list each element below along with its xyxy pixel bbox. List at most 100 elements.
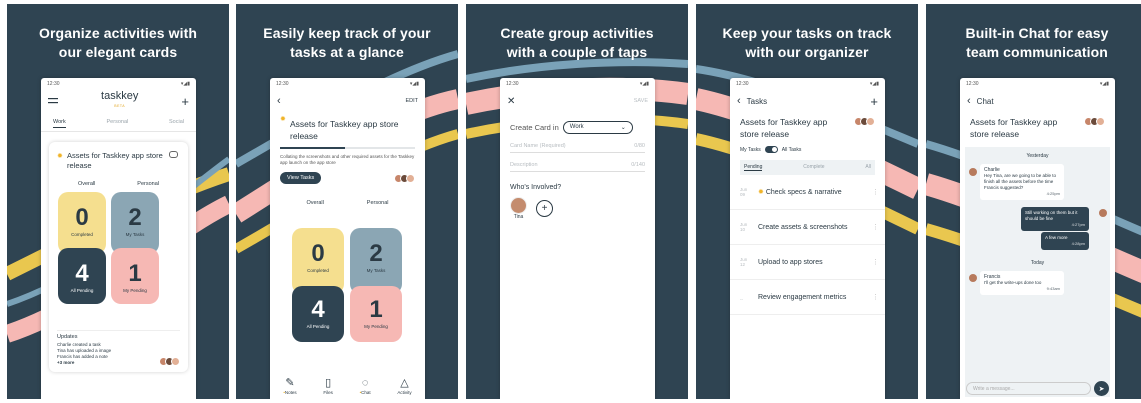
- tab-work[interactable]: Work: [53, 119, 66, 128]
- save-button[interactable]: SAVE: [634, 98, 648, 104]
- status-bar: 12:30 ▾◢▮: [736, 81, 879, 87]
- chat-message: Charlie Hey Tina, are we going to be abl…: [980, 164, 1064, 200]
- send-icon[interactable]: ➤: [1094, 381, 1109, 396]
- nav-notes[interactable]: ✎ •Notes: [283, 377, 296, 395]
- category-select[interactable]: Work ⌄: [562, 121, 633, 134]
- tile-my-pending[interactable]: 1 My Pending: [350, 286, 402, 342]
- bell-icon: △: [400, 377, 409, 389]
- task-date: Jun 09: [740, 187, 748, 197]
- tile-all-pending[interactable]: 4 All Pending: [292, 286, 344, 342]
- more-vert-icon[interactable]: ⋮: [872, 258, 879, 266]
- tasks-switch[interactable]: [764, 146, 778, 153]
- person-chip[interactable]: Tina: [510, 197, 527, 220]
- nav-chat[interactable]: ◌ •Chat: [360, 377, 371, 395]
- card-title: ✹ Assets for Taskkey app store release: [57, 151, 180, 171]
- involved-people: Tina +: [500, 191, 655, 220]
- nav-activity[interactable]: △ Activity: [397, 377, 411, 395]
- tab-social[interactable]: Social: [169, 119, 184, 128]
- chevron-down-icon: ⌄: [620, 125, 626, 131]
- menu-icon[interactable]: [48, 97, 58, 105]
- task-date: Jun 12: [740, 257, 748, 267]
- nav-files[interactable]: ▯ Files: [323, 377, 333, 395]
- caption: Create group activities with a couple of…: [500, 25, 654, 60]
- chat-message: A few more 4:28pm: [1041, 232, 1089, 250]
- promo-panel-organize: Organize activities with our elegant car…: [7, 4, 229, 399]
- tile-my-tasks[interactable]: 2 My Tasks: [111, 192, 159, 254]
- card-description: Collating the screenshots and other requ…: [280, 154, 415, 165]
- back-arrow-icon[interactable]: ‹: [277, 95, 281, 107]
- avatar: [1096, 117, 1105, 126]
- tile-completed[interactable]: 0 Completed: [58, 192, 106, 254]
- involved-heading: Who's Involved?: [510, 184, 562, 191]
- tab-personal[interactable]: Personal: [107, 119, 129, 128]
- day-divider: Today: [1030, 260, 1045, 266]
- column-headers: Overall Personal: [306, 200, 389, 206]
- phone-screen: 12:30 ▾◢▮ taskkey BETA + Work Personal So…: [41, 78, 196, 399]
- phone-screen: 12:30 ▾◢▮ ‹ Tasks + Assets for Taskkey ap…: [730, 78, 885, 399]
- task-row[interactable]: -- Review engagement metrics ⋮: [730, 280, 885, 315]
- edit-button[interactable]: EDIT: [405, 98, 418, 104]
- tile-my-tasks[interactable]: 2 My Tasks: [350, 228, 402, 294]
- app-bar: ‹ Tasks +: [730, 89, 885, 113]
- chat-bubble-icon[interactable]: [169, 151, 178, 158]
- task-filter-toggle: My Tasks All Tasks: [740, 146, 802, 153]
- promo-panel-organizer: Keep your tasks on track with our organi…: [696, 4, 918, 399]
- view-tasks-button[interactable]: View Tasks: [280, 172, 322, 184]
- page-title: Chat: [976, 96, 994, 106]
- task-row[interactable]: Jun 10 Create assets & screenshots ⋮: [730, 210, 885, 245]
- avatar: [969, 168, 977, 176]
- card-name-field[interactable]: Card Name (Required) 0/80: [510, 143, 645, 153]
- card-title: Assets for Taskkey app store release: [730, 113, 885, 140]
- tab-complete[interactable]: Complete: [803, 164, 824, 171]
- message-input[interactable]: Write a message...: [966, 382, 1091, 395]
- app-logo: taskkey BETA: [101, 90, 139, 109]
- tile-all-pending[interactable]: 4 All Pending: [58, 248, 106, 304]
- back-arrow-icon[interactable]: ‹: [737, 95, 741, 107]
- caption: Built-in Chat for easy team communicatio…: [965, 25, 1109, 60]
- add-icon[interactable]: +: [181, 94, 189, 109]
- phone-screen: 12:30 ▾◢▮ ‹ Chat Assets for Taskkey app s…: [960, 78, 1115, 399]
- member-avatars: [394, 174, 415, 183]
- tab-all[interactable]: All: [865, 164, 871, 171]
- more-vert-icon[interactable]: ⋮: [872, 188, 879, 196]
- status-bar: 12:30 ▾◢▮: [966, 81, 1109, 87]
- updates-section: Updates Charlie created a task Tina has …: [57, 330, 180, 366]
- task-row[interactable]: Jun 12 Upload to app stores ⋮: [730, 245, 885, 280]
- description-field[interactable]: Description 0/140: [510, 162, 645, 172]
- close-icon[interactable]: ✕: [507, 96, 515, 107]
- add-person-button[interactable]: +: [536, 200, 553, 217]
- app-bar: ‹ Chat: [960, 89, 1115, 113]
- avatar: [1099, 209, 1107, 217]
- member-avatars: [159, 357, 180, 366]
- signal-battery-icon: ▾◢▮: [1099, 81, 1109, 87]
- task-date: --: [740, 297, 743, 302]
- avatar: [406, 174, 415, 183]
- tile-completed[interactable]: 0 Completed: [292, 228, 344, 294]
- files-icon: ▯: [325, 377, 332, 389]
- activity-card[interactable]: ✹ Assets for Taskkey app store release O…: [49, 142, 188, 372]
- more-vert-icon[interactable]: ⋮: [872, 293, 879, 301]
- progress-bar: [280, 147, 415, 149]
- avatar: [969, 274, 977, 282]
- back-arrow-icon[interactable]: ‹: [967, 95, 971, 107]
- status-tabs: Pending Complete All: [740, 160, 875, 175]
- category-tabs: Work Personal Social: [41, 113, 196, 132]
- tile-my-pending[interactable]: 1 My Pending: [111, 248, 159, 304]
- promo-panel-track: Easily keep track of your tasks at a gla…: [236, 4, 458, 399]
- more-vert-icon[interactable]: ⋮: [872, 223, 879, 231]
- app-bar: ‹ EDIT: [270, 89, 425, 113]
- lightbulb-icon: ✹: [57, 153, 63, 160]
- phone-screen: 12:30 ▾◢▮ ‹ EDIT ✹ Assets for Taskkey app…: [270, 78, 425, 399]
- task-date: Jun 10: [740, 222, 748, 232]
- app-bar: ✕ SAVE: [500, 89, 655, 113]
- tab-pending[interactable]: Pending: [744, 164, 763, 171]
- task-row[interactable]: Jun 09 ✹ Check specs & narrative ⋮: [730, 175, 885, 210]
- avatar: [510, 197, 527, 214]
- notes-icon: ✎: [285, 377, 295, 389]
- signal-battery-icon: ▾◢▮: [639, 81, 649, 87]
- lightbulb-icon: ✹: [758, 189, 766, 196]
- add-icon[interactable]: +: [870, 94, 878, 109]
- status-bar: 12:30 ▾◢▮: [276, 81, 419, 87]
- card-title: Assets for Taskkey app store release: [960, 113, 1115, 140]
- signal-battery-icon: ▾◢▮: [180, 81, 190, 87]
